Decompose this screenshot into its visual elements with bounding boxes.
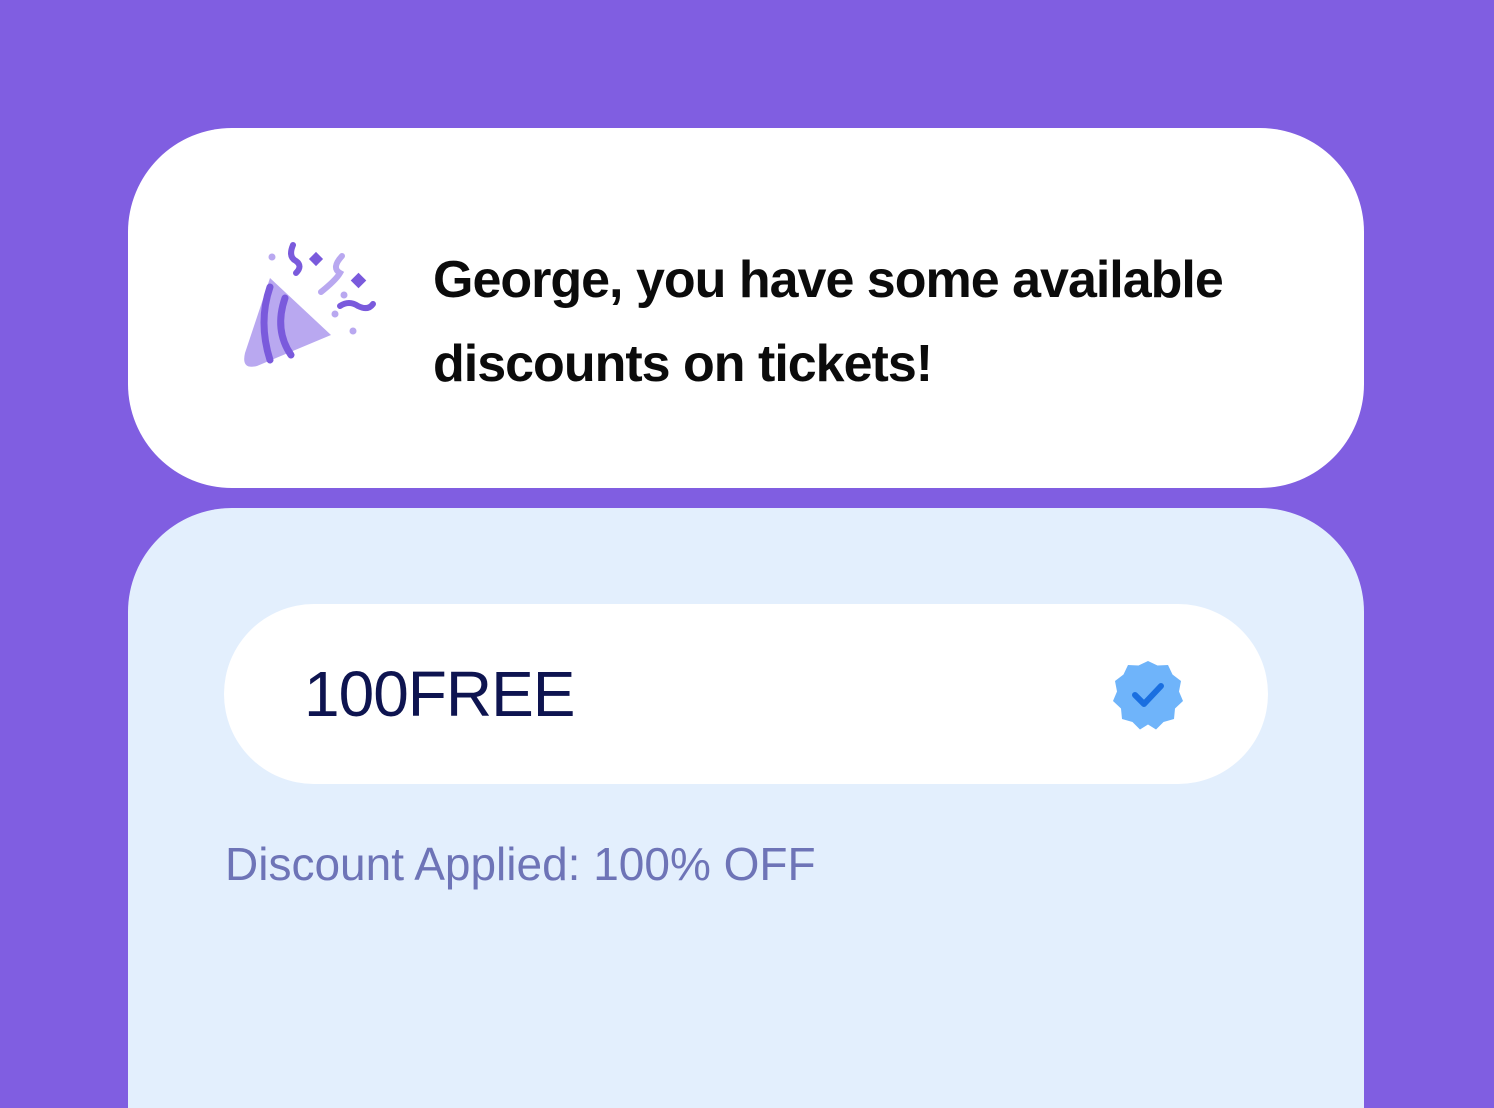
- discount-applied-status: Discount Applied: 100% OFF: [225, 838, 816, 890]
- discount-code-value[interactable]: 100FREE: [304, 652, 575, 736]
- banner-message-line-2: discounts on tickets!: [433, 335, 933, 393]
- verified-check-icon: [1113, 661, 1183, 730]
- discount-panel: [128, 508, 1364, 1108]
- banner-message-line-1: George, you have some available: [433, 251, 1224, 309]
- page: { "banner": { "icon": "party-popper-icon…: [0, 0, 1494, 1108]
- banner-message: George, you have some available discount…: [433, 238, 1313, 406]
- party-popper-icon: [244, 242, 376, 367]
